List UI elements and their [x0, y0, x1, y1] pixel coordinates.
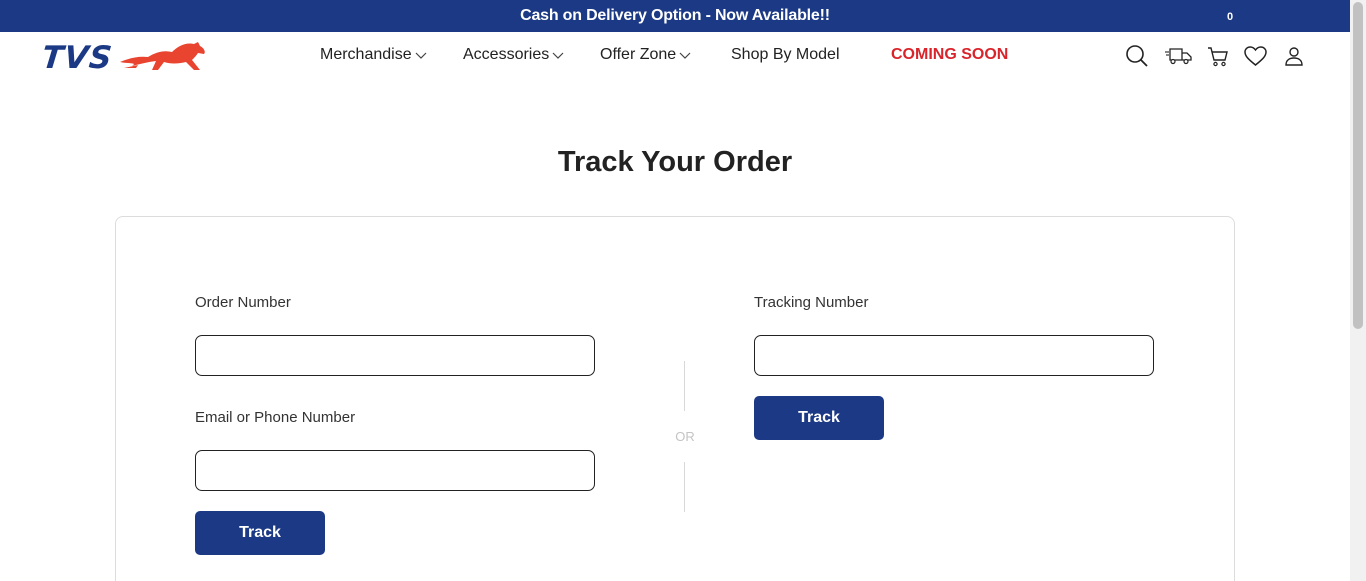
nav-shop-by-model[interactable]: Shop By Model: [731, 46, 840, 64]
chevron-down-icon: [552, 52, 564, 59]
order-number-input[interactable]: [195, 335, 595, 376]
nav-shop-by-model-label: Shop By Model: [731, 46, 840, 63]
logo-wordmark: TVS: [40, 40, 115, 76]
heart-icon[interactable]: [1244, 46, 1267, 67]
email-phone-label: Email or Phone Number: [195, 409, 356, 426]
or-separator: OR: [675, 429, 695, 444]
divider-bottom: [684, 462, 685, 512]
track-tracking-button[interactable]: Track: [754, 396, 884, 440]
chevron-down-icon: [415, 52, 427, 59]
divider-top: [684, 361, 685, 411]
tracking-number-input[interactable]: [754, 335, 1154, 376]
chevron-down-icon: [679, 52, 691, 59]
cart-icon[interactable]: [1207, 46, 1229, 68]
site-header: TVS Merchandise Accessories Offer Zone S…: [0, 32, 1350, 82]
nav-merchandise[interactable]: Merchandise: [320, 46, 427, 64]
nav-offer-zone-label: Offer Zone: [600, 46, 677, 63]
email-phone-input[interactable]: [195, 450, 595, 491]
truck-icon[interactable]: [1164, 46, 1192, 66]
nav-coming-soon[interactable]: COMING SOON: [891, 46, 1008, 64]
user-icon[interactable]: [1284, 46, 1304, 66]
announcement-text: Cash on Delivery Option - Now Available!…: [520, 7, 830, 24]
track-order-button[interactable]: Track: [195, 511, 325, 555]
announcement-bar: Cash on Delivery Option - Now Available!…: [0, 0, 1350, 32]
scrollbar-thumb[interactable]: [1353, 2, 1363, 329]
nav-accessories-label: Accessories: [463, 46, 550, 63]
order-number-label: Order Number: [195, 294, 291, 311]
horse-icon: [120, 42, 206, 70]
nav-coming-soon-label: COMING SOON: [891, 46, 1009, 63]
page-title: Track Your Order: [557, 146, 793, 178]
tracking-number-label: Tracking Number: [754, 294, 869, 311]
cart-count-badge: 0: [1221, 8, 1239, 26]
tvs-logo[interactable]: TVS: [40, 40, 227, 76]
search-icon[interactable]: [1125, 44, 1149, 68]
nav-merchandise-label: Merchandise: [320, 46, 412, 63]
nav-accessories[interactable]: Accessories: [463, 46, 564, 64]
nav-offer-zone[interactable]: Offer Zone: [600, 46, 691, 64]
page-scrollbar[interactable]: [1350, 0, 1366, 581]
